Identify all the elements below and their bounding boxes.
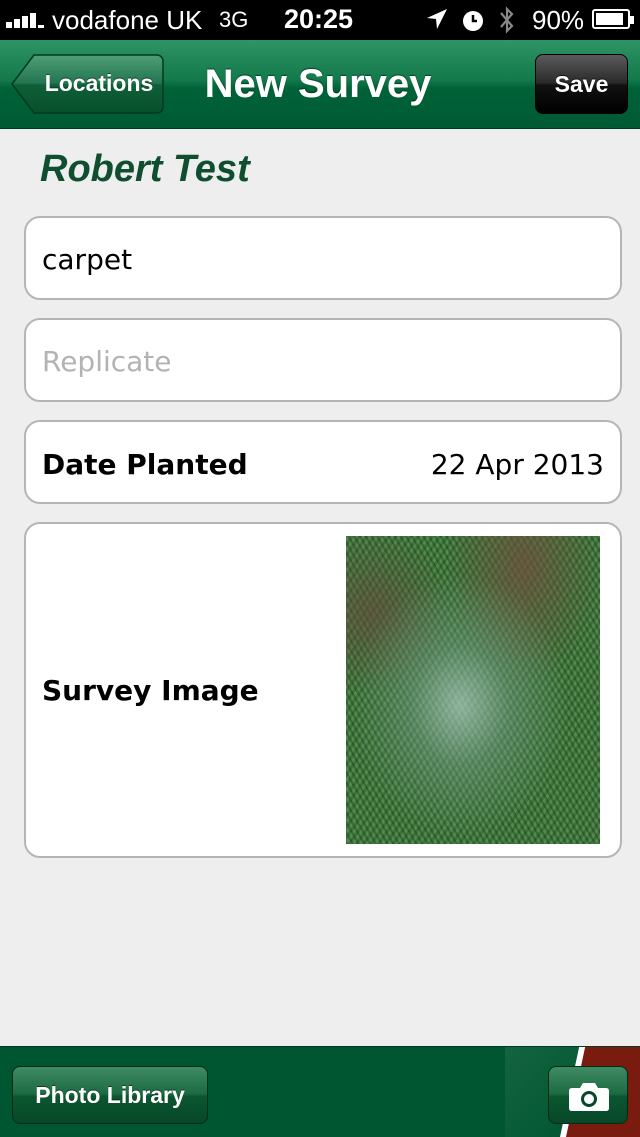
battery-icon bbox=[592, 9, 634, 29]
save-button[interactable]: Save bbox=[535, 54, 628, 114]
battery-nub bbox=[630, 16, 634, 24]
bluetooth-icon bbox=[498, 5, 516, 42]
camera-icon bbox=[569, 1083, 609, 1111]
battery-percentage: 90% bbox=[532, 5, 585, 35]
location-arrow-icon bbox=[425, 7, 449, 38]
survey-image-cell[interactable]: Survey Image bbox=[24, 522, 622, 858]
page-title: New Survey bbox=[204, 62, 432, 106]
date-planted-value: 22 Apr 2013 bbox=[430, 448, 604, 481]
survey-image-label: Survey Image bbox=[42, 674, 259, 707]
name-field[interactable] bbox=[40, 218, 604, 300]
status-time: 20:25 bbox=[284, 4, 354, 34]
battery-fill bbox=[596, 13, 623, 25]
name-field-container bbox=[24, 216, 622, 300]
navigation-bar: Locations New Survey Save bbox=[0, 40, 640, 129]
network-type: 3G bbox=[219, 7, 249, 32]
replicate-field[interactable] bbox=[40, 320, 604, 402]
survey-person-name: Robert Test bbox=[40, 148, 250, 190]
back-button-label: Locations bbox=[44, 70, 154, 96]
photo-library-button[interactable]: Photo Library bbox=[12, 1066, 208, 1124]
bottom-toolbar: Photo Library bbox=[0, 1046, 640, 1137]
date-planted-cell[interactable]: Date Planted 22 Apr 2013 bbox=[24, 420, 622, 504]
camera-button[interactable] bbox=[548, 1066, 628, 1124]
date-planted-label: Date Planted bbox=[42, 448, 248, 481]
survey-image-thumbnail[interactable] bbox=[346, 536, 600, 844]
alarm-clock-icon bbox=[462, 8, 484, 39]
replicate-field-container bbox=[24, 318, 622, 402]
carrier-name: vodafone UK bbox=[52, 5, 203, 35]
status-bar: vodafone UK 3G 20:25 90% bbox=[0, 0, 640, 40]
back-button-locations[interactable]: Locations bbox=[10, 54, 164, 114]
